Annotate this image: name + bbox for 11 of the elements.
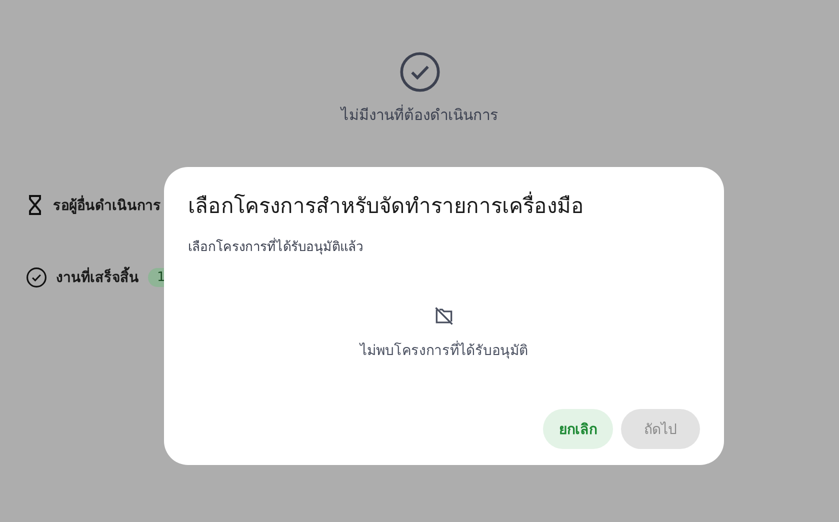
empty-state-text: ไม่มีงานที่ต้องดำเนินการ	[341, 104, 498, 126]
hourglass-icon	[26, 195, 44, 215]
empty-text: ไม่พบโครงการที่ได้รับอนุมัติ	[360, 339, 528, 361]
cancel-button[interactable]: ยกเลิก	[543, 409, 613, 449]
dialog-subtitle: เลือกโครงการที่ได้รับอนุมัติแล้ว	[188, 236, 700, 257]
check-circle-icon	[26, 266, 47, 288]
section-title: รอผู้อื่นดำเนินการ	[53, 194, 161, 216]
dialog-title: เลือกโครงการสำหรับจัดทำรายการเครื่องมือ	[188, 189, 700, 222]
folder-off-icon	[433, 305, 455, 327]
section-title: งานที่เสร็จสิ้น	[56, 266, 139, 288]
check-circle-icon	[398, 51, 440, 93]
